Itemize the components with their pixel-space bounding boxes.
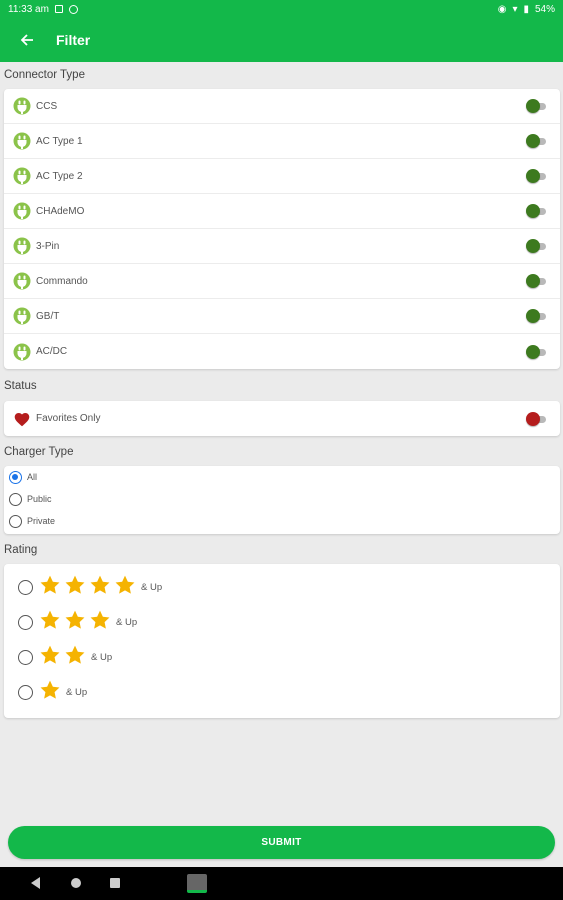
favorites-label: Favorites Only [36,413,101,424]
charger-type-option[interactable]: All [4,466,560,488]
connector-label: CCS [36,100,58,112]
charger-type-label: All [27,472,38,482]
star-icon [89,574,111,601]
radio-button[interactable] [18,615,33,630]
connector-toggle[interactable] [526,169,548,183]
star-group [39,679,61,706]
plug-icon [13,97,31,115]
connector-toggle[interactable] [526,99,548,113]
back-arrow-icon[interactable] [0,18,54,62]
star-group [39,644,86,671]
charger-type-option[interactable]: Private [4,510,560,532]
connector-row[interactable]: CHAdeMO [4,194,560,229]
star-group [39,609,111,636]
connector-row[interactable]: AC Type 1 [4,124,560,159]
charger-type-label: Private [27,516,56,526]
connector-label: Commando [36,275,88,287]
connector-row[interactable]: CCS [4,89,560,124]
nav-home-icon[interactable] [71,878,81,888]
plug-icon [13,307,31,325]
connector-row[interactable]: 3-Pin [4,229,560,264]
rating-option[interactable]: & Up [4,605,560,640]
wifi-icon: ▾ [512,3,518,15]
charger-type-option[interactable]: Public [4,488,560,510]
connector-type-card: CCS AC Type 1 AC Type 2 CHAdeMO 3-Pin Command… [4,89,560,369]
connector-type-heading: Connector Type [4,69,85,81]
battery-icon: ▮ [523,3,529,15]
rating-option[interactable]: & Up [4,675,560,710]
status-card: Favorites Only [4,401,560,436]
plug-icon [13,272,31,290]
radio-button[interactable] [18,685,33,700]
rating-suffix: & Up [116,617,138,628]
plug-icon [13,343,31,361]
charger-type-heading: Charger Type [4,446,74,458]
connector-toggle[interactable] [526,274,548,288]
charger-type-card: All Public Private [4,466,560,534]
submit-button[interactable]: SUBMIT [8,826,555,859]
notification-icon [54,5,63,13]
rating-heading: Rating [4,544,38,556]
plug-icon [13,167,31,185]
plug-icon [13,202,31,220]
star-icon [64,609,86,636]
connector-label: AC Type 2 [36,170,83,182]
rating-suffix: & Up [141,582,163,593]
star-icon [64,644,86,671]
star-group [39,574,136,601]
radio-button[interactable] [9,492,22,506]
radio-button[interactable] [18,580,33,595]
connector-row[interactable]: AC/DC [4,334,560,369]
favorites-toggle[interactable] [526,411,548,426]
plug-icon [13,237,31,255]
status-bar: 11:33 am ◉ ▾ ▮ 54% [0,0,563,18]
connector-label: AC Type 1 [36,135,83,147]
star-icon [39,679,61,706]
radio-button[interactable] [9,514,22,528]
connector-row[interactable]: Commando [4,264,560,299]
star-icon [39,574,61,601]
status-heading: Status [4,380,37,392]
charger-type-label: Public [27,494,52,504]
connector-row[interactable]: GB/T [4,299,560,334]
nav-back-icon[interactable] [31,877,40,889]
radio-button[interactable] [9,470,22,484]
app-bar: Filter [0,18,563,62]
rating-suffix: & Up [66,687,88,698]
heart-icon [13,410,31,428]
rating-option[interactable]: & Up [4,640,560,675]
status-time: 11:33 am [8,3,49,15]
radio-button[interactable] [18,650,33,665]
page-title: Filter [56,32,91,48]
connector-toggle[interactable] [526,344,548,359]
system-nav-bar [0,867,563,900]
connector-toggle[interactable] [526,134,548,148]
rating-option[interactable]: & Up [4,570,560,605]
plug-icon [13,132,31,150]
star-icon [89,609,111,636]
favorites-row[interactable]: Favorites Only [4,401,560,436]
connector-toggle[interactable] [526,309,548,323]
app-thumbnail-icon[interactable] [187,874,207,893]
connector-toggle[interactable] [526,239,548,253]
sync-icon [68,4,78,14]
rating-suffix: & Up [91,652,113,663]
star-icon [64,574,86,601]
star-icon [39,609,61,636]
connector-toggle[interactable] [526,204,548,218]
connector-row[interactable]: AC Type 2 [4,159,560,194]
nav-recents-icon[interactable] [110,878,120,888]
battery-percent: 54% [534,3,555,15]
connector-label: CHAdeMO [36,205,85,217]
connector-label: 3-Pin [36,240,60,252]
rating-card: & Up & Up & Up & Up [4,564,560,718]
connector-label: AC/DC [36,346,68,357]
location-icon: ◉ [497,3,507,15]
star-icon [39,644,61,671]
connector-label: GB/T [36,310,60,322]
star-icon [114,574,136,601]
